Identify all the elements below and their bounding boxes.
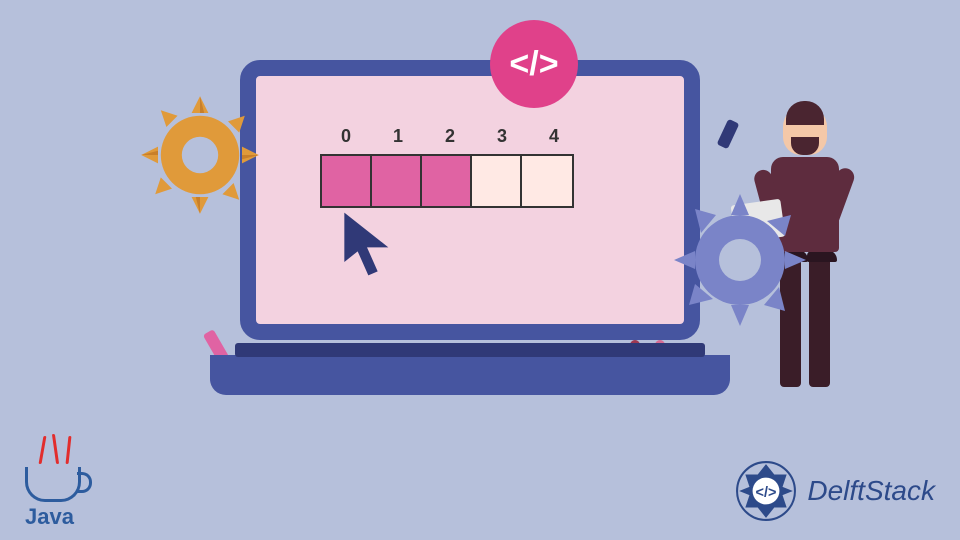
code-badge-icon: </> [490, 20, 578, 108]
array-cell-0 [322, 156, 372, 206]
index-label: 4 [528, 126, 580, 147]
java-logo: Java [25, 432, 81, 530]
gear-icon-orange [130, 85, 270, 230]
index-label: 1 [372, 126, 424, 147]
array-indices: 0 1 2 3 4 [320, 126, 580, 147]
code-badge-text: </> [509, 45, 558, 84]
array-cell-3 [472, 156, 522, 206]
java-cup-icon [25, 467, 81, 502]
java-logo-text: Java [25, 504, 81, 530]
laptop-illustration: 0 1 2 3 4 [240, 60, 700, 400]
gear-icon-blue [665, 185, 815, 340]
array-cell-2 [422, 156, 472, 206]
svg-text:</>: </> [756, 485, 777, 501]
delftstack-logo-text: DelftStack [807, 475, 935, 507]
index-label: 3 [476, 126, 528, 147]
array-cells [320, 154, 574, 208]
index-label: 2 [424, 126, 476, 147]
array-cell-4 [522, 156, 572, 206]
array-cell-1 [372, 156, 422, 206]
confetti-blue [717, 119, 740, 149]
person-head [783, 105, 827, 155]
laptop-screen: 0 1 2 3 4 [240, 60, 700, 340]
index-label: 0 [320, 126, 372, 147]
delftstack-emblem-icon: </> [735, 460, 797, 522]
cursor-icon [336, 206, 406, 291]
delftstack-logo: </> DelftStack [735, 460, 935, 522]
laptop-base [210, 355, 730, 395]
